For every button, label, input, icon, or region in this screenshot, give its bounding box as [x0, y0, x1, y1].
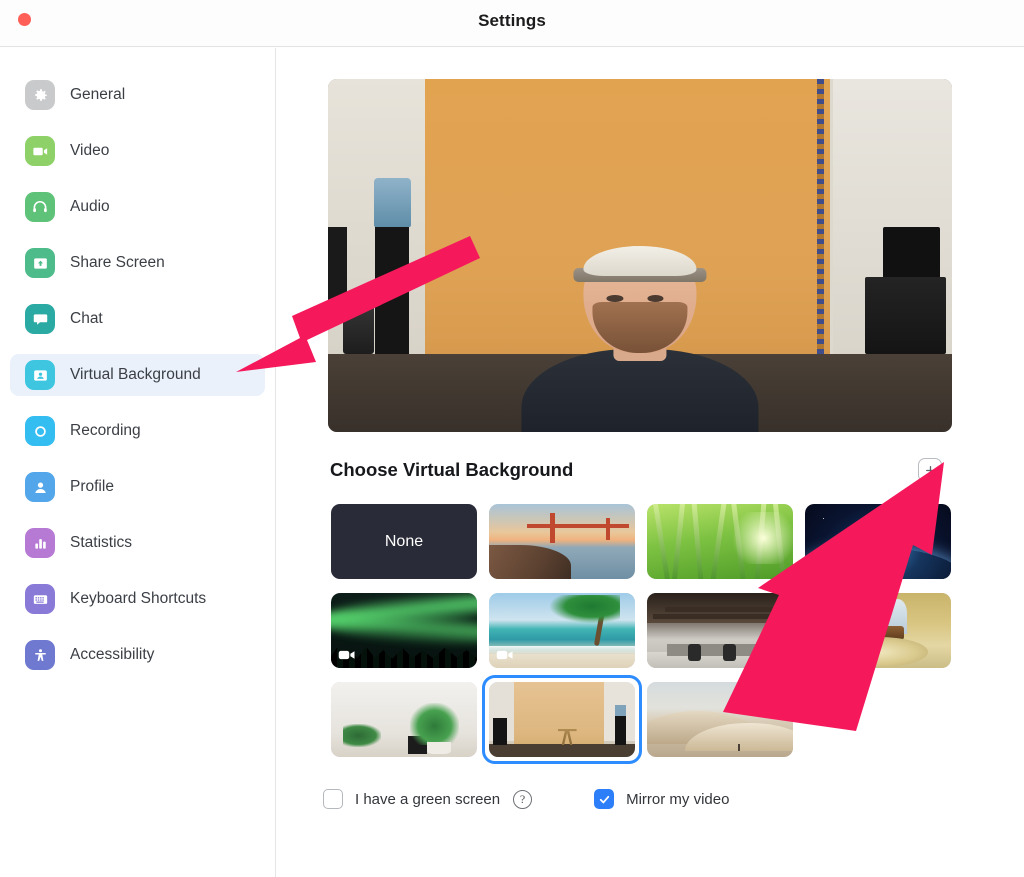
- check-icon: [599, 795, 609, 803]
- virtual-background-panel: Choose Virtual Background None I have a …: [277, 48, 1024, 877]
- sidebar-item-keyboard-shortcuts[interactable]: Keyboard Shortcuts: [10, 578, 265, 620]
- background-thumbnail-none[interactable]: None: [331, 504, 477, 579]
- sidebar-item-label: Accessibility: [70, 646, 155, 663]
- record-icon: [25, 416, 55, 446]
- thumbnail-label: None: [384, 532, 424, 550]
- sidebar-item-label: Video: [70, 142, 110, 159]
- green-screen-checkbox[interactable]: [323, 789, 343, 809]
- video-badge-icon: [338, 650, 355, 660]
- background-thumbnail-bridge[interactable]: [489, 504, 635, 579]
- accessibility-icon: [25, 640, 55, 670]
- background-thumbnail-dunes[interactable]: [647, 682, 793, 757]
- camera-preview: [328, 79, 952, 432]
- background-thumbnail-plants[interactable]: [331, 682, 477, 757]
- help-icon[interactable]: ?: [513, 789, 533, 809]
- sidebar-item-label: Virtual Background: [70, 366, 201, 383]
- green-screen-option: I have a green screen ?: [323, 789, 533, 809]
- sidebar-item-label: Recording: [70, 422, 141, 439]
- gear-icon: [25, 80, 55, 110]
- background-thumbnail-grass[interactable]: [647, 504, 793, 579]
- window-title: Settings: [478, 11, 546, 30]
- background-thumbnail-studio[interactable]: [482, 675, 642, 764]
- sidebar-item-chat[interactable]: Chat: [10, 298, 265, 340]
- section-header: Choose Virtual Background: [330, 458, 942, 482]
- background-thumbnail-office[interactable]: [647, 593, 793, 668]
- green-screen-label: I have a green screen: [355, 790, 501, 808]
- sidebar-item-label: Profile: [70, 478, 114, 495]
- mirror-video-option: Mirror my video: [594, 789, 729, 809]
- sidebar-item-virtual-background[interactable]: Virtual Background: [10, 354, 265, 396]
- sidebar-item-label: Keyboard Shortcuts: [70, 590, 207, 607]
- background-thumbnail-space[interactable]: [805, 504, 951, 579]
- background-thumbnail-aurora[interactable]: [331, 593, 477, 668]
- sidebar-item-audio[interactable]: Audio: [10, 186, 265, 228]
- sidebar-item-profile[interactable]: Profile: [10, 466, 265, 508]
- profile-icon: [25, 472, 55, 502]
- mirror-video-checkbox[interactable]: [594, 789, 615, 809]
- sidebar-item-video[interactable]: Video: [10, 130, 265, 172]
- mirror-video-label: Mirror my video: [626, 790, 730, 808]
- sidebar-item-label: Statistics: [70, 534, 133, 551]
- chat-icon: [25, 304, 55, 334]
- sidebar-item-statistics[interactable]: Statistics: [10, 522, 265, 564]
- sidebar-item-label: General: [70, 86, 126, 103]
- keyboard-icon: [25, 584, 55, 614]
- sidebar-item-label: Audio: [70, 198, 110, 215]
- person-card-icon: [25, 360, 55, 390]
- sidebar-item-label: Share Screen: [70, 254, 165, 271]
- video-badge-icon: [496, 650, 513, 660]
- sidebar-item-share-screen[interactable]: Share Screen: [10, 242, 265, 284]
- plus-icon: [925, 465, 935, 475]
- share-icon: [25, 248, 55, 278]
- sidebar-item-general[interactable]: General: [10, 74, 265, 116]
- page-title: Choose Virtual Background: [330, 459, 574, 480]
- sidebar-item-label: Chat: [70, 310, 103, 327]
- sidebar-item-recording[interactable]: Recording: [10, 410, 265, 452]
- settings-window: Settings General Video Audio Share Scree…: [0, 0, 1024, 877]
- background-thumbnail-beach[interactable]: [489, 593, 635, 668]
- options-row: I have a green screen ? Mirror my video: [323, 789, 729, 809]
- preview-scene: [328, 79, 952, 432]
- background-thumbnail-oval-office[interactable]: [805, 593, 951, 668]
- title-bar: Settings: [0, 0, 1024, 47]
- preview-person: [521, 234, 759, 432]
- settings-sidebar: General Video Audio Share Screen Chat Vi…: [0, 48, 276, 877]
- headset-icon: [25, 192, 55, 222]
- video-icon: [25, 136, 55, 166]
- sidebar-item-accessibility[interactable]: Accessibility: [10, 634, 265, 676]
- chart-bar-icon: [25, 528, 55, 558]
- virtual-background-grid: None: [331, 504, 957, 764]
- add-background-button[interactable]: [918, 458, 942, 482]
